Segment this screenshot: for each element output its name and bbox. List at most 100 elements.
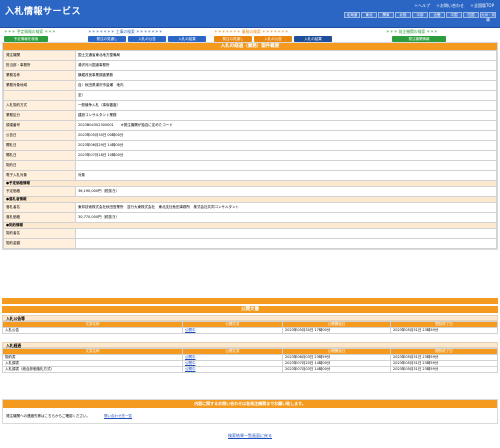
detail-value xyxy=(75,160,497,171)
detail-label: 契約日 xyxy=(3,160,76,171)
logo: 入札情報サービス xyxy=(5,7,82,17)
doc-row: 入札調書（総合評価落札方式） 公開中 2023年07月03日 14時00分 2023年… xyxy=(2,366,498,373)
detail-value: 2023年06月29日 14時00分 xyxy=(75,140,497,151)
detail-value: 横堀改良事業調査業務 xyxy=(75,70,497,81)
detail-label: 開札日 xyxy=(3,150,76,161)
docs-top-bar xyxy=(2,298,498,304)
detail-row: 予定価格 36,190,000円（税抜き） xyxy=(3,186,497,197)
docs-table-result: 文書名称 公開文書 公開開始日 閲覧終了日 契約書 公開中 2023年06月03日 … xyxy=(2,348,498,373)
detail-row: 業務区分 建設コンサルタント業務 xyxy=(3,110,497,121)
doc-end-date: 2023年05月31日 23時59分 xyxy=(390,327,498,334)
detail-value: 湯沢河川国道事務所 xyxy=(75,60,497,71)
nav-group-agency: ＊＊＊ 発注機関の検索 ＊＊＊ 発注機関情報 xyxy=(386,29,446,42)
detail-value xyxy=(75,228,497,239)
detail-label: 契約者名 xyxy=(3,228,76,239)
region-kinki[interactable]: 近畿 xyxy=(429,12,445,18)
region-tabs: 北海道 東北 関東 北陸 中部 近畿 中国 四国 九州・沖縄 xyxy=(344,12,496,22)
detail-value: 2023年07月18日 10時00分 xyxy=(75,150,497,161)
detail-panel: 入札の経過（業務）案件概要 発注機関 国土交通省東北地方整備局 担当部・事務所 湯沢河… xyxy=(2,42,498,250)
detail-row: 契約者名 xyxy=(3,228,497,239)
nav-group-plan: ＊＊＊ 予定情報の検索 ＊＊＊ 予定情報を検索 xyxy=(4,29,56,42)
region-chugoku[interactable]: 中国 xyxy=(446,12,462,18)
detail-label: 業務対象地域 xyxy=(3,80,76,91)
detail-row: 担当部・事務所 湯沢河川国道事務所 xyxy=(3,60,497,71)
detail-title: 入札の経過（業務）案件概要 xyxy=(3,43,497,50)
doc-open-link[interactable]: 公開中 xyxy=(182,327,283,334)
doc-start-date: 2023年05月30日 17時00分 xyxy=(282,327,391,334)
detail-label: 入札契約方式 xyxy=(3,100,76,111)
detail-value: 対象 xyxy=(75,170,497,181)
search-nav: ＊＊＊ 予定情報の検索 ＊＊＊ 予定情報を検索 ＊＊＊＊＊＊＊ 工事の検索 ＊＊… xyxy=(0,28,500,42)
detail-row: 業務名称 横堀改良事業調査業務 xyxy=(3,70,497,81)
detail-label: 業務名称 xyxy=(3,70,76,81)
detail-label: 調達番号 xyxy=(3,120,76,131)
detail-label: 電子入札対象 xyxy=(3,170,76,181)
detail-label: 開札日 xyxy=(3,140,76,151)
doc-name: 入札公告 xyxy=(2,327,183,334)
nav-group-title: ＊＊＊＊＊＊＊ 工事の検索 ＊＊＊＊＊＊＊ xyxy=(88,29,163,34)
notice-text: 発注機関への連絡先等はこちらからご確認ください。 xyxy=(6,413,90,418)
detail-row: 契約金額 xyxy=(3,238,497,249)
detail-row: 落札者名 東邦技術株式会社秋田営業所 並行大東株式会社 東北支社秋田事務所 株式会… xyxy=(3,202,497,213)
doc-start-date: 2023年07月03日 14時00分 xyxy=(282,366,391,373)
detail-value: 30,770,000円（税抜き） xyxy=(75,212,497,223)
region-hokkaido[interactable]: 北海道 xyxy=(344,12,360,18)
detail-row: 至） xyxy=(3,90,497,101)
detail-row: 電子入札対象 対象 xyxy=(3,170,497,181)
detail-label: 発注機関 xyxy=(3,50,76,61)
nav-group-works: ＊＊＊＊＊＊＊ 工事の検索 ＊＊＊＊＊＊＊ 発注の見通し 入札の公告 入札の結果 xyxy=(88,29,206,42)
region-kanto[interactable]: 関東 xyxy=(378,12,394,18)
detail-label: 公告日 xyxy=(3,130,76,141)
notice-title: 内容に関するお問い合わせは各発注機関までお願い致します。 xyxy=(3,400,497,408)
detail-value: 一般競争入札（事後審査） xyxy=(75,100,497,111)
detail-row: 開札日 2023年07月18日 10時00分 xyxy=(3,150,497,161)
detail-value xyxy=(75,238,497,249)
detail-label: 予定価格 xyxy=(3,186,76,197)
detail-value: 2023B04302300001 ※発注機関が独自に定めたコード xyxy=(75,120,497,131)
contact-list-link[interactable]: 問い合わせ先一覧 xyxy=(104,414,132,419)
region-tohoku[interactable]: 東北 xyxy=(361,12,377,18)
contact-notice: 内容に関するお問い合わせは各発注機関までお願い致します。 発注機関への連絡先等は… xyxy=(2,399,498,424)
docs-table-notice: 文書名称 公開文書 公開開始日 閲覧終了日 入札公告 公開中 2023年05月30日… xyxy=(2,321,498,334)
help-link[interactable]: ＋ヘルプ xyxy=(414,3,430,9)
doc-row: 入札公告 公開中 2023年05月30日 17時00分 2023年05月31日 23時… xyxy=(2,327,498,334)
detail-value: 2023年05月30日 00時00分 xyxy=(75,130,497,141)
detail-row: 公告日 2023年05月30日 00時00分 xyxy=(3,130,497,141)
doc-open-link[interactable]: 公開中 xyxy=(182,366,283,373)
detail-row: 入札契約方式 一般競争入札（事後審査） xyxy=(3,100,497,111)
detail-label: 契約金額 xyxy=(3,238,76,249)
detail-label: 落札者名 xyxy=(3,202,76,213)
doc-end-date: 2023年05月31日 23時59分 xyxy=(390,366,498,373)
detail-row: 落札価格 30,770,000円（税抜き） xyxy=(3,212,497,223)
detail-value: 国土交通省東北地方整備局 xyxy=(75,50,497,61)
detail-label: 落札価格 xyxy=(3,212,76,223)
detail-value: 自）秋田県湯沢市皆瀬 地内 xyxy=(75,80,497,91)
national-top-link[interactable]: ＋全国版TOP xyxy=(470,3,494,9)
doc-name: 入札調書（総合評価落札方式） xyxy=(2,366,183,373)
detail-row: 発注機関 国土交通省東北地方整備局 xyxy=(3,50,497,61)
docs-title: 公開文書 xyxy=(2,306,498,313)
detail-row: 契約日 xyxy=(3,160,497,171)
detail-value: 至） xyxy=(75,90,497,101)
region-shikoku[interactable]: 四国 xyxy=(463,12,479,18)
region-kyushu[interactable]: 九州・沖縄 xyxy=(480,12,496,22)
detail-value: 建設コンサルタント業務 xyxy=(75,110,497,121)
region-chubu[interactable]: 中部 xyxy=(412,12,428,18)
detail-value: 36,190,000円（税抜き） xyxy=(75,186,497,197)
detail-row: 開札日 2023年06月29日 14時00分 xyxy=(3,140,497,151)
nav-group-title: ＊＊＊＊＊＊＊ 業務の検索 ＊＊＊＊＊＊＊ xyxy=(214,29,289,34)
docs-panel: 公開文書 入札公告等 文書名称 公開文書 公開開始日 閲覧終了日 入札公告 公開中… xyxy=(2,298,498,373)
detail-label xyxy=(3,90,76,101)
detail-row: 業務対象地域 自）秋田県湯沢市皆瀬 地内 xyxy=(3,80,497,91)
detail-row: 調達番号 2023B04302300001 ※発注機関が独自に定めたコード xyxy=(3,120,497,131)
region-hokuriku[interactable]: 北陸 xyxy=(395,12,411,18)
detail-table: 発注機関 国土交通省東北地方整備局 担当部・事務所 湯沢河川国道事務所 業務名称 横堀改良… xyxy=(3,50,497,249)
back-to-results-link[interactable]: 検索結果一覧画面に戻る xyxy=(0,433,500,439)
detail-label: 担当部・事務所 xyxy=(3,60,76,71)
contact-link[interactable]: ＋お問い合わせ xyxy=(436,3,464,9)
detail-value: 東邦技術株式会社秋田営業所 並行大東株式会社 東北支社秋田事務所 株式会社共同コ… xyxy=(75,202,497,213)
top-links: ＋ヘルプ ＋お問い合わせ ＋全国版TOP xyxy=(414,3,494,9)
header: 入札情報サービス ＋ヘルプ ＋お問い合わせ ＋全国版TOP 北海道 東北 関東 … xyxy=(0,0,500,28)
nav-group-title: ＊＊＊ 発注機関の検索 ＊＊＊ xyxy=(386,29,438,34)
nav-group-services: ＊＊＊＊＊＊＊ 業務の検索 ＊＊＊＊＊＊＊ 発注の見通し 入札の公告 入札の結果 xyxy=(214,29,332,42)
